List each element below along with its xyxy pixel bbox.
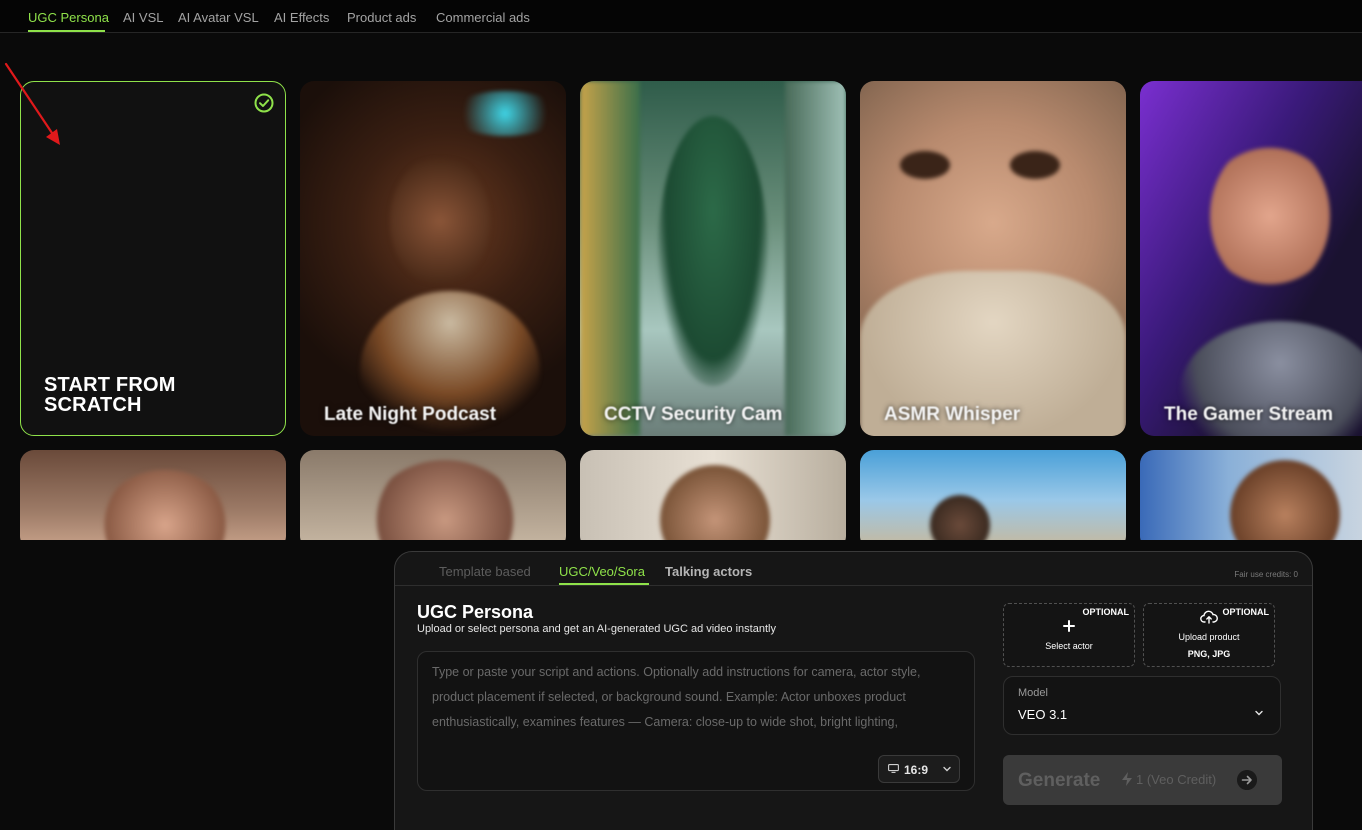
monitor-icon [888,764,899,773]
optional-tag: OPTIONAL [1082,607,1130,617]
script-placeholder: Type or paste your script and actions. O… [432,665,921,729]
arrow-right-icon [1237,770,1257,790]
optional-tag: OPTIONAL [1222,607,1270,617]
cloud-upload-icon [1200,610,1218,624]
tab-ugc-veo-sora[interactable]: UGC/Veo/Sora [559,564,645,579]
template-card-row2-2[interactable] [300,450,566,540]
template-card-cctv-security-cam[interactable]: CCTV Security Cam [580,81,846,436]
tab-ai-avatar-vsl[interactable]: AI Avatar VSL [178,10,259,25]
tab-ugc-persona[interactable]: UGC Persona [28,10,109,25]
panel-subtitle: Upload or select persona and get an AI-g… [417,623,776,635]
generate-label: Generate [1018,770,1101,791]
model-select[interactable]: Model VEO 3.1 [1003,676,1281,735]
card-eye-right [1010,151,1060,179]
card-label: Late Night Podcast [324,404,497,425]
card-thumbnail [1210,141,1330,291]
upload-product-button[interactable]: OPTIONAL Upload product PNG, JPG [1143,603,1275,667]
top-nav: UGC Persona AI VSL AI Avatar VSL AI Effe… [0,0,1362,33]
tab-template-based[interactable]: Template based [439,564,531,579]
model-value: VEO 3.1 [1018,707,1068,722]
panel-title: UGC Persona [417,602,534,622]
aspect-ratio-value: 16:9 [904,763,929,777]
card-thumbnail [1230,460,1340,540]
active-tab-underline [28,30,105,32]
generate-cost: 1 (Veo Credit) [1136,772,1217,787]
card-thumbnail [390,156,490,286]
tab-talking-actors[interactable]: Talking actors [665,564,752,579]
select-actor-button[interactable]: OPTIONAL Select actor [1003,603,1135,667]
fair-use-credits: Fair use credits: 0 [1234,570,1298,579]
template-card-gamer-stream[interactable]: The Gamer Stream [1140,81,1362,436]
card-thumbnail [930,495,990,540]
template-card-late-night-podcast[interactable]: Late Night Podcast [300,81,566,436]
card-thumbnail [100,470,230,540]
card-eye-left [900,151,950,179]
card-thumbnail [658,116,768,386]
card-shelf-right [785,81,846,436]
panel-tabs: Template based UGC/Veo/Sora Talking acto… [395,552,1312,586]
chevron-down-icon [1255,710,1263,716]
scratch-title-line-1: START FROM [44,374,176,396]
annotation-arrow [4,62,60,145]
select-actor-label: Select actor [1045,641,1093,651]
generate-button[interactable]: Generate 1 (Veo Credit) [1003,755,1282,805]
panel-active-tab-underline [559,583,649,585]
card-neon-sign [450,91,560,136]
tab-product-ads[interactable]: Product ads [347,10,416,25]
card-thumbnail [660,465,770,540]
check-circle-icon [254,93,274,113]
plus-icon [1063,620,1075,632]
template-card-row2-3[interactable] [580,450,846,540]
scratch-title: START FROM SCRATCH [44,375,176,415]
template-card-row2-5[interactable] [1140,450,1362,540]
chevron-down-icon [943,766,951,772]
upload-formats: PNG, JPG [1187,649,1231,659]
template-card-row2-4[interactable] [860,450,1126,540]
script-input[interactable]: Type or paste your script and actions. O… [417,651,975,791]
card-shelf-left [580,81,640,436]
template-card-asmr-whisper[interactable]: ASMR Whisper [860,81,1126,436]
aspect-ratio-select[interactable]: 16:9 [878,755,960,783]
upload-product-label: Upload product [1178,632,1240,642]
card-label: ASMR Whisper [884,404,1021,425]
template-card-row2-1[interactable] [20,450,286,540]
bolt-icon [1122,772,1132,786]
generation-panel: Template based UGC/Veo/Sora Talking acto… [394,551,1313,830]
template-grid: START FROM SCRATCH Late Night Podcast CC… [0,33,1362,540]
tab-commercial-ads[interactable]: Commercial ads [436,10,530,25]
tab-ai-effects[interactable]: AI Effects [274,10,329,25]
scratch-title-line-2: SCRATCH [44,394,142,416]
card-label: CCTV Security Cam [604,404,783,425]
model-label: Model [1018,687,1048,699]
card-thumbnail [370,460,520,540]
card-label: The Gamer Stream [1164,404,1333,425]
tab-ai-vsl[interactable]: AI VSL [123,10,163,25]
